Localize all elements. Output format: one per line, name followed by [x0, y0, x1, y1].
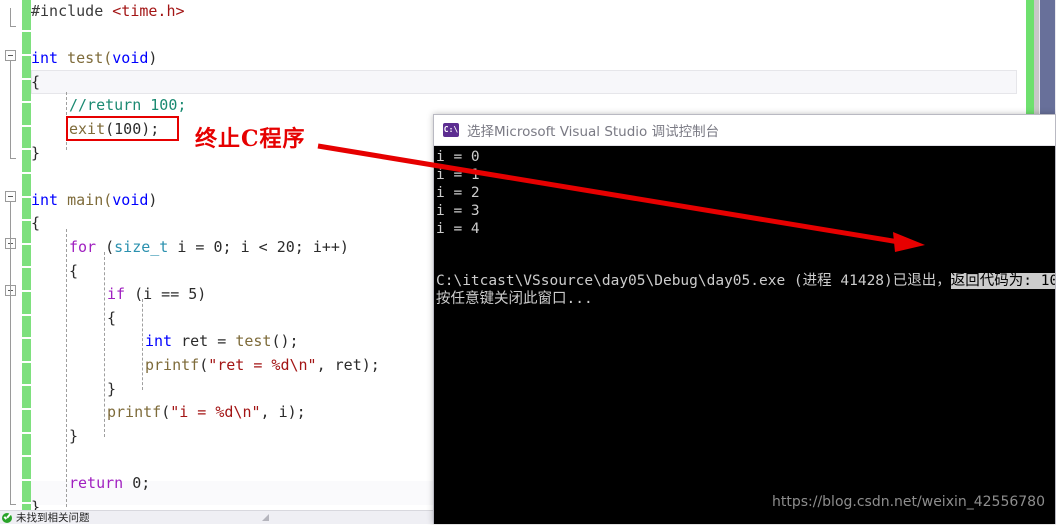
status-bar-message: 未找到相关问题: [16, 512, 90, 524]
code-token: {: [107, 308, 117, 327]
code-token: , ret);: [316, 356, 380, 374]
code-line: printf("i = %d\n", i);: [107, 401, 306, 425]
code-line: if (i == 5): [107, 283, 206, 307]
annotation-label-terminate-program: 终止C程序: [195, 126, 306, 152]
console-prompt-line: 按任意键关闭此窗口...: [436, 291, 593, 307]
code-token: }: [107, 379, 117, 398]
code-token: printf: [145, 356, 200, 374]
code-line: int main(void): [31, 189, 157, 213]
console-exit-prefix: C:\itcast\VSsource\day05\Debug\day05.exe…: [436, 273, 951, 289]
code-token: }: [31, 143, 41, 162]
code-line: }: [31, 142, 40, 166]
editor-glyph-margin[interactable]: [0, 0, 22, 510]
exit-call-highlight-box: [66, 116, 179, 141]
code-line: {: [107, 307, 116, 331]
code-line: {: [31, 212, 40, 236]
code-token: (: [199, 356, 209, 374]
code-token: if: [107, 285, 126, 304]
code-token: size_t: [114, 238, 169, 256]
fold-line: [10, 202, 11, 504]
code-token: i = 0; i < 20; i++): [168, 238, 349, 256]
resize-grip-icon[interactable]: [262, 514, 269, 521]
code-token: int: [31, 190, 59, 209]
code-line: printf("ret = %d\n", ret);: [145, 354, 380, 378]
code-token: test: [235, 332, 272, 351]
code-token: int: [145, 332, 173, 351]
console-output-line: i = 2: [436, 185, 480, 201]
code-token: void: [112, 49, 149, 68]
code-token: {: [31, 214, 41, 233]
console-output-line: i = 0: [436, 149, 480, 165]
code-token: }: [69, 426, 79, 445]
code-token: <time.h>: [112, 2, 185, 20]
fold-line-end: [10, 504, 16, 505]
code-line: int ret = test();: [145, 330, 299, 354]
code-token: #include: [31, 2, 113, 20]
code-token: printf: [107, 403, 162, 422]
code-token: ret =: [172, 332, 236, 351]
code-token: 0;: [123, 474, 151, 492]
code-token: "ret = %d\n": [208, 356, 317, 374]
code-line: #include <time.h>: [31, 0, 185, 24]
code-token: for: [69, 238, 97, 256]
console-title-bar[interactable]: C:\ 选择Microsoft Visual Studio 调试控制台: [434, 115, 1055, 146]
code-line: //return 100;: [69, 94, 186, 118]
code-token: {: [69, 261, 79, 280]
code-token: {: [31, 72, 41, 91]
code-line: {: [31, 71, 40, 95]
code-token: (: [161, 403, 171, 422]
console-output-line: i = 3: [436, 203, 480, 219]
code-token: ): [148, 190, 158, 209]
console-output-line: i = 1: [436, 167, 480, 183]
code-token: void: [112, 190, 149, 209]
fold-line: [10, 8, 11, 26]
code-line: }: [107, 378, 116, 402]
code-token: return: [69, 474, 124, 492]
code-line: for (size_t i = 0; i < 20; i++): [69, 236, 349, 260]
code-line: }: [69, 425, 78, 449]
console-app-icon: C:\: [443, 123, 459, 137]
console-output-line: i = 4: [436, 221, 480, 237]
watermark-url: https://blog.csdn.net/weixin_42556780: [771, 494, 1045, 510]
console-output-area[interactable]: i = 0 i = 1 i = 2 i = 3 i = 4 C:\itcast\…: [434, 146, 1055, 524]
code-token: ();: [271, 332, 299, 351]
code-token: test(: [58, 49, 113, 68]
fold-line-end: [10, 26, 16, 27]
code-token: (i == 5): [125, 285, 207, 304]
fold-toggle-main-function[interactable]: [5, 191, 16, 202]
editor-change-indicator-bar: [22, 0, 31, 510]
fold-line-end: [10, 158, 16, 159]
fold-line: [10, 61, 11, 158]
code-line: return 0;: [69, 472, 150, 496]
code-token: main(: [58, 190, 113, 209]
console-exit-line: C:\itcast\VSsource\day05\Debug\day05.exe…: [436, 272, 1055, 290]
code-token: ): [148, 49, 158, 68]
debug-console-window[interactable]: C:\ 选择Microsoft Visual Studio 调试控制台 i = …: [433, 114, 1056, 524]
code-token: //return 100;: [69, 96, 187, 115]
code-line: int test(void): [31, 47, 157, 71]
code-line: {: [69, 260, 78, 284]
check-circle-icon: [2, 512, 12, 523]
console-window-title: 选择Microsoft Visual Studio 调试控制台: [467, 124, 720, 140]
code-token: "i = %d\n": [170, 403, 261, 422]
console-exit-return-code-selected: 返回代码为: 100。: [950, 273, 1055, 289]
code-token: (: [96, 238, 115, 256]
fold-toggle-test-function[interactable]: [5, 50, 16, 61]
code-token: int: [31, 49, 59, 68]
code-token: , i);: [260, 403, 306, 422]
